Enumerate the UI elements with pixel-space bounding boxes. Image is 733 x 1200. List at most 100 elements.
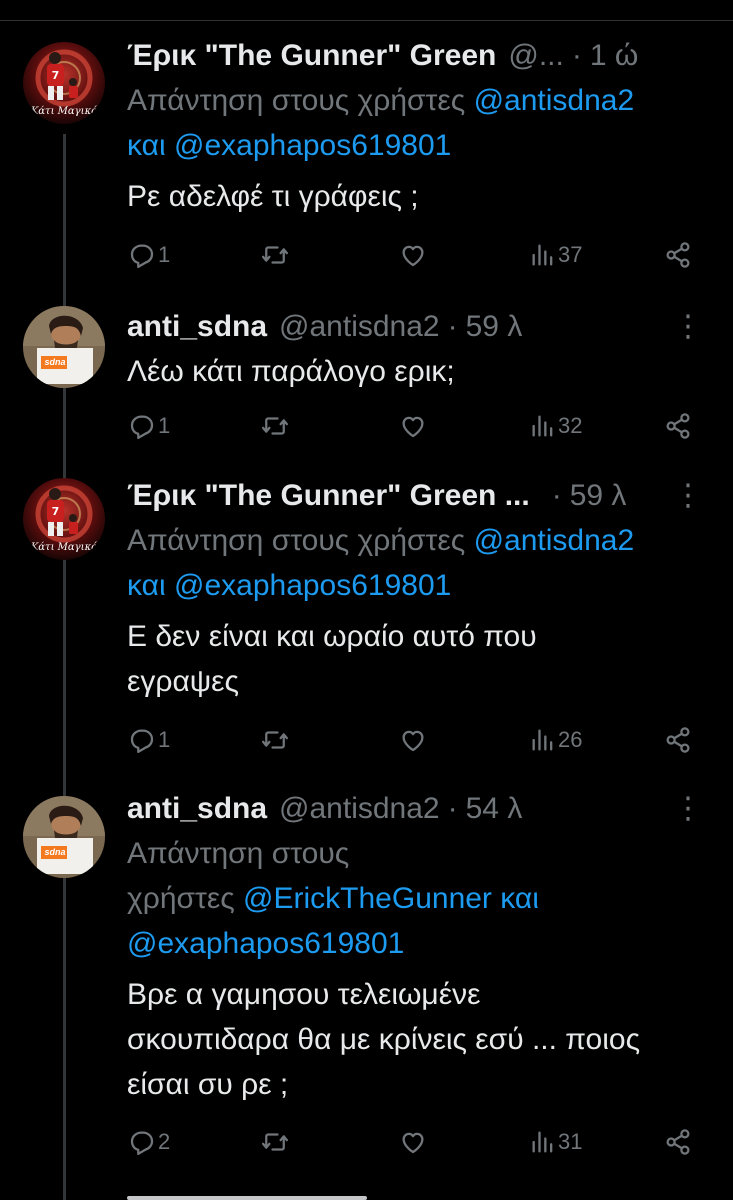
avatar-caption: Κάτι Μαγικό <box>30 106 98 117</box>
tweet-text: Ε δεν είναι και ωραίο αυτό που εγραψες <box>127 614 703 704</box>
display-name[interactable]: anti_sdna <box>127 305 267 349</box>
like-button[interactable] <box>397 1124 429 1160</box>
mention-link[interactable]: @exaphapos619801 <box>174 569 451 602</box>
mention-link[interactable]: @exaphapos619801 <box>174 129 451 162</box>
avatar[interactable]: sdna <box>23 306 105 388</box>
tweet-header: anti_sdna @antisdna2 · 59 λ ⋮ <box>127 305 703 349</box>
like-icon <box>402 245 424 267</box>
display-name[interactable]: anti_sdna <box>127 787 267 831</box>
svg-text:7: 7 <box>52 505 60 518</box>
view-count: 31 <box>558 1129 583 1154</box>
like-button[interactable] <box>397 237 429 273</box>
reply-button[interactable]: 1 <box>127 408 170 444</box>
mention-link[interactable]: @antisdna2 <box>474 524 635 557</box>
share-button[interactable] <box>663 722 693 758</box>
user-handle[interactable]: @... <box>508 34 563 78</box>
user-handle[interactable]: @antisdna2 <box>279 305 440 349</box>
reply-count: 2 <box>158 1129 171 1154</box>
thread-line <box>63 134 66 1200</box>
retweet-icon <box>262 1133 288 1151</box>
avatar-sign-text: sdna <box>44 357 66 367</box>
reply-context: Απάντηση στους χρήστες @ErickTheGunner κ… <box>127 831 703 966</box>
reply-prefix: χρήστες <box>127 882 235 915</box>
display-name[interactable]: Έρικ "The Gunner" Green ... <box>127 474 530 518</box>
views-button[interactable]: 26 <box>529 722 582 758</box>
next-tweet-peek <box>127 1190 427 1200</box>
action-bar: 1 32 <box>127 408 705 444</box>
avatar-sign-text: sdna <box>44 847 66 857</box>
reply-icon <box>130 729 154 753</box>
tweet-text: Ρε αδελφέ τι γράφεις ; <box>127 180 419 213</box>
tweet-text: Λέω κάτι παράλογο ερικ; <box>127 355 455 388</box>
tweet-header: anti_sdna @antisdna2 · 54 λ ⋮ <box>127 787 703 831</box>
view-count: 37 <box>558 242 583 267</box>
action-bar: 1 37 <box>127 237 705 273</box>
views-button[interactable]: 32 <box>529 408 582 444</box>
retweet-icon <box>262 731 288 749</box>
share-icon <box>666 1129 690 1155</box>
timestamp[interactable]: 1 ώ <box>590 34 638 78</box>
view-count: 26 <box>558 727 583 752</box>
reply-icon <box>130 1131 154 1155</box>
tweet-text-line: Βρε α γαμησου τελειωμένε <box>127 978 481 1011</box>
view-count: 32 <box>558 413 583 438</box>
timestamp[interactable]: 54 λ <box>466 787 523 831</box>
tweet-text-line: Ε δεν είναι και ωραίο αυτό που <box>127 620 537 653</box>
top-divider <box>0 20 733 21</box>
avatar-caption: Κάτι Μαγικό <box>30 542 98 553</box>
share-button[interactable] <box>663 408 693 444</box>
retweet-button[interactable] <box>259 1124 291 1160</box>
share-button[interactable] <box>663 237 693 273</box>
reply-prefix: Απάντηση στους <box>127 837 350 870</box>
separator-dot: · <box>571 39 582 72</box>
share-button[interactable] <box>663 1124 693 1160</box>
like-icon <box>402 416 424 438</box>
retweet-button[interactable] <box>259 722 291 758</box>
more-options-button[interactable]: ⋮ <box>673 305 703 349</box>
more-options-button[interactable]: ⋮ <box>673 787 703 831</box>
timestamp[interactable]: 59 λ <box>570 474 627 518</box>
more-options-button[interactable]: ⋮ <box>673 474 703 518</box>
reply-prefix: Απάντηση στους χρήστες <box>127 84 466 117</box>
like-icon <box>402 1132 424 1154</box>
retweet-button[interactable] <box>259 237 291 273</box>
reply-join: και <box>127 569 166 602</box>
reply-join: και <box>500 882 539 915</box>
mention-link[interactable]: @exaphapos619801 <box>127 921 703 966</box>
reply-count: 1 <box>158 727 171 752</box>
svg-text:7: 7 <box>52 69 60 82</box>
mention-link[interactable]: @antisdna2 <box>474 84 635 117</box>
reply-count: 1 <box>158 413 171 438</box>
avatar[interactable]: sdna <box>23 796 105 878</box>
action-bar: 1 26 <box>127 722 705 758</box>
timestamp[interactable]: 59 λ <box>466 305 523 349</box>
reply-button[interactable]: 1 <box>127 722 170 758</box>
user-handle[interactable]: @antisdna2 <box>279 787 440 831</box>
action-bar: 2 31 <box>127 1124 705 1160</box>
reply-button[interactable]: 2 <box>127 1124 170 1160</box>
views-icon <box>532 1131 553 1153</box>
like-button[interactable] <box>397 722 429 758</box>
tweet-header: Έρικ "The Gunner" Green @... · 1 ώ <box>127 34 703 78</box>
reply-button[interactable]: 1 <box>127 237 170 273</box>
reply-count: 1 <box>158 242 171 267</box>
retweet-button[interactable] <box>259 408 291 444</box>
retweet-icon <box>262 246 288 264</box>
tweet-text-line: είσαι συ ρε ; <box>127 1068 289 1101</box>
display-name[interactable]: Έρικ "The Gunner" Green <box>127 34 496 78</box>
share-icon <box>666 413 690 439</box>
avatar[interactable]: 7 Κάτι Μαγικό <box>23 42 105 124</box>
reply-context: Απάντηση στους χρήστες @antisdna2 και @e… <box>127 78 703 168</box>
views-button[interactable]: 31 <box>529 1124 582 1160</box>
share-icon <box>666 727 690 753</box>
separator-dot: · <box>551 479 562 512</box>
separator-dot: · <box>447 792 458 825</box>
like-button[interactable] <box>397 408 429 444</box>
reply-join: και <box>127 129 166 162</box>
mention-link[interactable]: @ErickTheGunner <box>243 882 492 915</box>
reply-context: Απάντηση στους χρήστες @antisdna2 και @e… <box>127 518 703 608</box>
avatar[interactable]: 7 Κάτι Μαγικό <box>23 478 105 560</box>
views-button[interactable]: 37 <box>529 237 582 273</box>
views-icon <box>532 729 553 751</box>
separator-dot: · <box>447 310 458 343</box>
